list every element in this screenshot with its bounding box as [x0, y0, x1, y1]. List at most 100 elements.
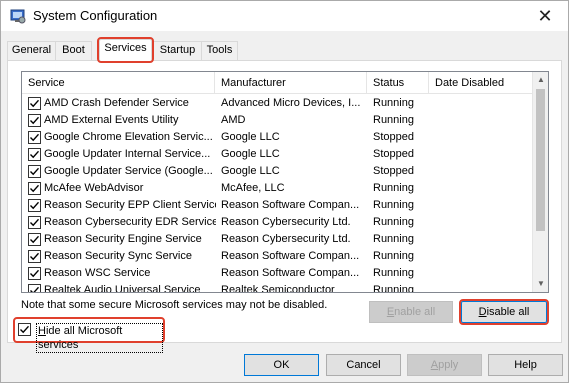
tab-general[interactable]: General	[7, 41, 56, 60]
service-checkbox[interactable]	[28, 148, 41, 161]
service-status: Stopped	[373, 148, 414, 160]
column-header-status[interactable]: Status	[367, 72, 429, 94]
service-name: Google Updater Internal Service...	[44, 148, 211, 160]
service-name: AMD External Events Utility	[44, 114, 179, 126]
service-checkbox[interactable]	[28, 216, 41, 229]
apply-button[interactable]: Apply	[407, 354, 482, 376]
service-date-disabled	[435, 95, 530, 112]
service-date-disabled	[435, 146, 530, 163]
hide-microsoft-services-checkbox[interactable]	[18, 323, 31, 336]
service-status: Running	[373, 216, 414, 228]
service-date-disabled	[435, 265, 530, 282]
service-checkbox[interactable]	[28, 97, 41, 110]
help-button[interactable]: Help	[488, 354, 563, 376]
service-checkbox[interactable]	[28, 250, 41, 263]
tab-services[interactable]: Services	[97, 37, 154, 63]
service-manufacturer: AMD	[221, 114, 246, 126]
service-date-disabled	[435, 180, 530, 197]
service-status: Running	[373, 233, 414, 245]
service-name: AMD Crash Defender Service	[44, 97, 189, 109]
service-status: Running	[373, 182, 414, 194]
service-date-disabled	[435, 112, 530, 129]
table-row[interactable]: AMD External Events Utility AMD Running	[22, 112, 534, 129]
table-row[interactable]: Reason Security Sync Service Reason Softw…	[22, 248, 534, 265]
title-bar: System Configuration ✕	[1, 1, 568, 31]
service-checkbox[interactable]	[28, 199, 41, 212]
service-status: Stopped	[373, 131, 414, 143]
secure-services-note: Note that some secure Microsoft services…	[21, 299, 328, 311]
service-date-disabled	[435, 282, 530, 292]
service-checkbox[interactable]	[28, 233, 41, 246]
scroll-up-icon[interactable]: ▲	[533, 72, 548, 88]
system-configuration-window: System Configuration ✕ General Boot Serv…	[0, 0, 569, 383]
table-row[interactable]: Google Updater Internal Service... Google…	[22, 146, 534, 163]
table-row[interactable]: Reason Security EPP Client Service Reason…	[22, 197, 534, 214]
service-status: Running	[373, 199, 414, 211]
cancel-button[interactable]: Cancel	[326, 354, 401, 376]
service-checkbox[interactable]	[28, 165, 41, 178]
table-row[interactable]: Reason Cybersecurity EDR Service Reason C…	[22, 214, 534, 231]
service-manufacturer: Reason Software Compan...	[221, 267, 360, 279]
service-date-disabled	[435, 248, 530, 265]
table-row[interactable]: Reason Security Engine Service Reason Cyb…	[22, 231, 534, 248]
vertical-scrollbar[interactable]: ▲ ▼	[532, 72, 548, 292]
close-icon[interactable]: ✕	[522, 1, 568, 31]
service-checkbox[interactable]	[28, 284, 41, 292]
service-status: Running	[373, 97, 414, 109]
tab-boot[interactable]: Boot	[55, 41, 92, 60]
service-manufacturer: Advanced Micro Devices, I...	[221, 97, 361, 109]
service-manufacturer: Realtek Semiconductor	[221, 284, 335, 293]
service-name: McAfee WebAdvisor	[44, 182, 144, 194]
table-row[interactable]: Google Chrome Elevation Servic... Google …	[22, 129, 534, 146]
service-status: Stopped	[373, 165, 414, 177]
service-manufacturer: Reason Cybersecurity Ltd.	[221, 233, 351, 245]
service-date-disabled	[435, 129, 530, 146]
service-name: Reason Cybersecurity EDR Service	[44, 216, 216, 228]
service-manufacturer: Google LLC	[221, 148, 280, 160]
service-status: Running	[373, 267, 414, 279]
list-header: Service Manufacturer Status Date Disable…	[22, 72, 534, 94]
tab-startup[interactable]: Startup	[153, 41, 202, 60]
service-name: Google Updater Service (Google...	[44, 165, 213, 177]
service-name: Reason Security Sync Service	[44, 250, 192, 262]
service-manufacturer: Reason Cybersecurity Ltd.	[221, 216, 351, 228]
table-row[interactable]: McAfee WebAdvisor McAfee, LLC Running	[22, 180, 534, 197]
service-status: Running	[373, 250, 414, 262]
scroll-down-icon[interactable]: ▼	[533, 276, 548, 292]
service-checkbox[interactable]	[28, 131, 41, 144]
service-checkbox[interactable]	[28, 114, 41, 127]
table-row[interactable]: Realtek Audio Universal Service Realtek S…	[22, 282, 534, 293]
enable-all-button[interactable]: Enable all	[369, 301, 453, 323]
table-row[interactable]: Google Updater Service (Google... Google …	[22, 163, 534, 180]
service-status: Running	[373, 284, 414, 293]
service-date-disabled	[435, 163, 530, 180]
tab-tools[interactable]: Tools	[201, 41, 238, 60]
service-name: Reason WSC Service	[44, 267, 151, 279]
service-manufacturer: Google LLC	[221, 131, 280, 143]
service-manufacturer: Google LLC	[221, 165, 280, 177]
column-header-service[interactable]: Service	[22, 72, 215, 94]
service-manufacturer: Reason Software Compan...	[221, 250, 360, 262]
table-row[interactable]: AMD Crash Defender Service Advanced Micro…	[22, 95, 534, 112]
ok-button[interactable]: OK	[244, 354, 319, 376]
hide-microsoft-services[interactable]: Hide all Microsoft services	[13, 317, 165, 353]
service-rows: AMD Crash Defender Service Advanced Micro…	[22, 95, 534, 293]
services-panel: Service Manufacturer Status Date Disable…	[7, 60, 562, 343]
service-checkbox[interactable]	[28, 182, 41, 195]
scrollbar-thumb[interactable]	[536, 89, 545, 231]
service-name: Realtek Audio Universal Service	[44, 284, 201, 293]
column-header-manufacturer[interactable]: Manufacturer	[215, 72, 367, 94]
service-name: Google Chrome Elevation Servic...	[44, 131, 213, 143]
column-header-date-disabled[interactable]: Date Disabled	[429, 72, 534, 94]
table-row[interactable]: Reason WSC Service Reason Software Compan…	[22, 265, 534, 282]
disable-all-button[interactable]: Disable all	[459, 299, 549, 325]
service-name: Reason Security EPP Client Service	[44, 199, 216, 211]
hide-microsoft-services-label: Hide all Microsoft services	[36, 323, 163, 353]
service-manufacturer: McAfee, LLC	[221, 182, 285, 194]
service-checkbox[interactable]	[28, 267, 41, 280]
service-date-disabled	[435, 231, 530, 248]
service-status: Running	[373, 114, 414, 126]
window-title: System Configuration	[33, 8, 158, 23]
service-date-disabled	[435, 197, 530, 214]
services-list[interactable]: Service Manufacturer Status Date Disable…	[21, 71, 549, 293]
